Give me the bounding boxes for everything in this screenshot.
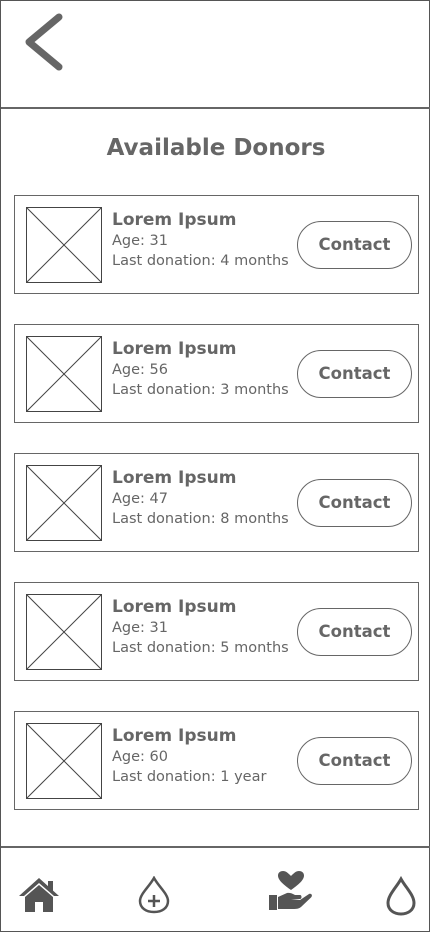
app-frame: Available Donors Lorem Ipsum Age: 31 Las… — [0, 0, 430, 932]
donor-photo-placeholder — [26, 336, 102, 412]
header — [1, 1, 430, 109]
donor-last-donation: Last donation: 4 months — [112, 253, 289, 269]
donor-name: Lorem Ipsum — [112, 210, 237, 230]
contact-button[interactable]: Contact — [297, 737, 412, 785]
nav-item-add-donation[interactable] — [129, 848, 179, 932]
donor-last-donation: Last donation: 8 months — [112, 511, 289, 527]
donor-photo-placeholder — [26, 465, 102, 541]
contact-button[interactable]: Contact — [297, 221, 412, 269]
donor-card: Lorem Ipsum Age: 60 Last donation: 1 yea… — [14, 711, 419, 810]
contact-button[interactable]: Contact — [297, 350, 412, 398]
donor-card: Lorem Ipsum Age: 56 Last donation: 3 mon… — [14, 324, 419, 423]
donor-last-donation: Last donation: 3 months — [112, 382, 289, 398]
donor-info: Lorem Ipsum Age: 31 Last donation: 4 mon… — [112, 209, 297, 271]
donor-photo-placeholder — [26, 207, 102, 283]
page-title: Available Donors — [106, 135, 326, 161]
chevron-left-icon — [25, 13, 63, 71]
donor-card: Lorem Ipsum Age: 31 Last donation: 4 mon… — [14, 195, 419, 294]
donor-info: Lorem Ipsum Age: 47 Last donation: 8 mon… — [112, 467, 297, 529]
donor-age: Age: 60 — [112, 749, 168, 765]
donor-name: Lorem Ipsum — [112, 726, 237, 746]
nav-item-blood[interactable] — [379, 848, 425, 932]
nav-item-home[interactable] — [11, 848, 67, 932]
contact-button[interactable]: Contact — [297, 608, 412, 656]
donor-age: Age: 56 — [112, 362, 168, 378]
donor-card: Lorem Ipsum Age: 31 Last donation: 5 mon… — [14, 582, 419, 681]
donor-age: Age: 31 — [112, 620, 168, 636]
back-button[interactable] — [19, 11, 71, 73]
donor-info: Lorem Ipsum Age: 56 Last donation: 3 mon… — [112, 338, 297, 400]
bottom-nav — [1, 846, 430, 932]
donor-info: Lorem Ipsum Age: 60 Last donation: 1 yea… — [112, 725, 297, 787]
add-donation-drop-icon — [138, 876, 170, 914]
donor-name: Lorem Ipsum — [112, 468, 237, 488]
donor-photo-placeholder — [26, 594, 102, 670]
donor-name: Lorem Ipsum — [112, 339, 237, 359]
contact-button[interactable]: Contact — [297, 479, 412, 527]
donor-last-donation: Last donation: 5 months — [112, 640, 289, 656]
donor-age: Age: 31 — [112, 233, 168, 249]
heart-in-hand-icon — [269, 871, 312, 910]
nav-item-donate[interactable] — [263, 848, 319, 932]
donor-card: Lorem Ipsum Age: 47 Last donation: 8 mon… — [14, 453, 419, 552]
donor-photo-placeholder — [26, 723, 102, 799]
blood-drop-icon — [386, 876, 416, 916]
donor-age: Age: 47 — [112, 491, 168, 507]
donor-name: Lorem Ipsum — [112, 597, 237, 617]
donor-info: Lorem Ipsum Age: 31 Last donation: 5 mon… — [112, 596, 297, 658]
donor-last-donation: Last donation: 1 year — [112, 769, 267, 785]
home-icon — [19, 878, 59, 912]
